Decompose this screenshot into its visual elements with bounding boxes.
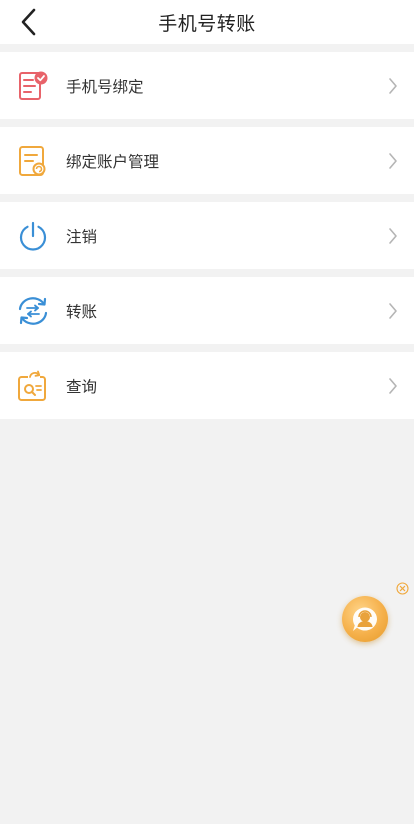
page-title: 手机号转账	[158, 12, 256, 35]
power-icon	[16, 219, 50, 253]
menu-item-query[interactable]: 查询	[0, 352, 414, 419]
phone-binding-icon	[16, 69, 50, 103]
transfer-icon	[16, 294, 50, 328]
chevron-right-icon	[386, 301, 400, 321]
chevron-right-icon	[386, 226, 400, 246]
app-screen: 手机号转账 手机号绑定 绑定账户管理 注销 转账 查询	[0, 0, 414, 824]
chevron-right-icon	[386, 151, 400, 171]
menu-item-label: 转账	[66, 302, 98, 321]
menu-item-phone-binding[interactable]: 手机号绑定	[0, 52, 414, 119]
menu-list: 手机号绑定 绑定账户管理 注销 转账 查询	[0, 52, 414, 427]
close-circle-icon[interactable]	[395, 581, 409, 595]
menu-item-label: 绑定账户管理	[66, 152, 160, 171]
customer-service-icon	[352, 607, 377, 631]
top-nav-bar: 手机号转账	[0, 0, 414, 44]
menu-item-cancel[interactable]: 注销	[0, 202, 414, 269]
menu-item-label: 查询	[66, 377, 98, 396]
query-icon	[16, 369, 50, 403]
menu-item-transfer[interactable]: 转账	[0, 277, 414, 344]
chevron-right-icon	[386, 76, 400, 96]
menu-item-label: 注销	[66, 227, 98, 246]
menu-item-account-management[interactable]: 绑定账户管理	[0, 127, 414, 194]
menu-item-label: 手机号绑定	[66, 77, 144, 96]
account-manage-icon	[16, 144, 50, 178]
chevron-right-icon	[386, 376, 400, 396]
customer-service-button[interactable]	[342, 596, 388, 642]
